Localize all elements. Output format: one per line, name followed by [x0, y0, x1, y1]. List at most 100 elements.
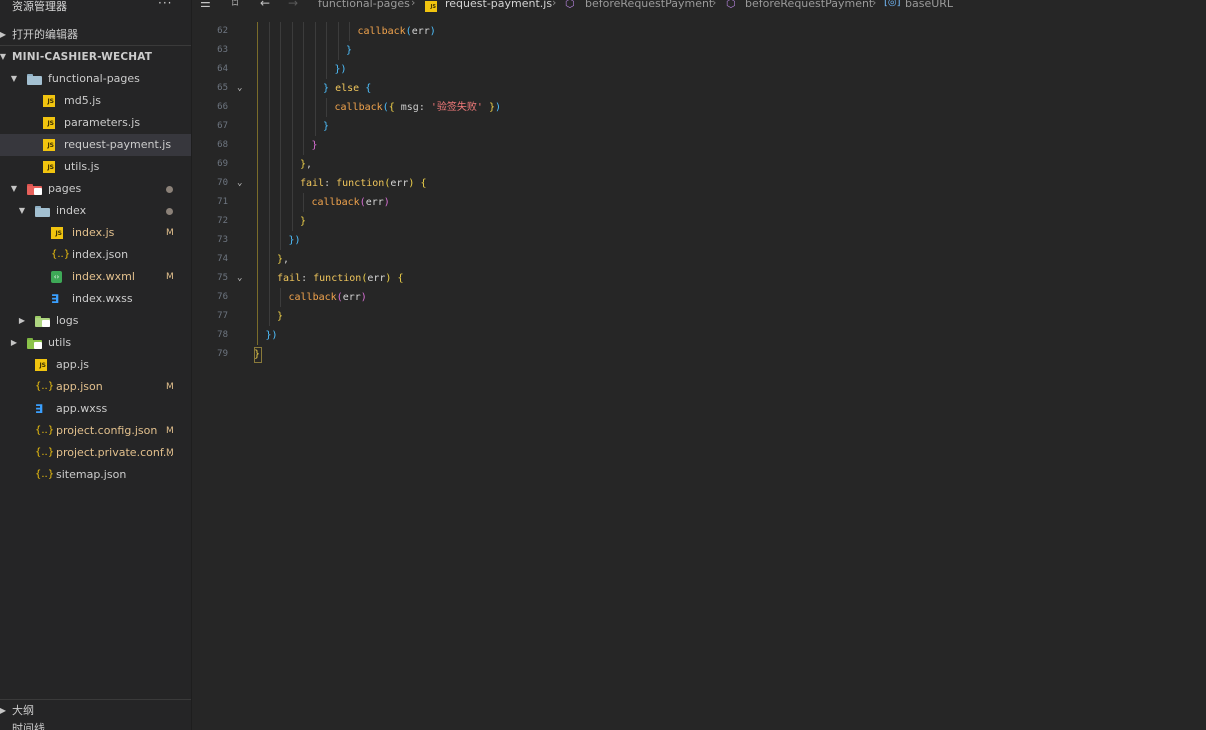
- code-line[interactable]: 67}: [192, 117, 1206, 136]
- indent-guide: [326, 98, 327, 117]
- tree-item[interactable]: ∃ index.wxss: [0, 288, 191, 310]
- code-line[interactable]: 64}): [192, 60, 1206, 79]
- fold-chevron-icon[interactable]: ⌄: [237, 174, 242, 193]
- indent-guide: [337, 41, 339, 60]
- indent-guide: [257, 155, 258, 174]
- code-line[interactable]: 63}: [192, 41, 1206, 60]
- indent-guide: [268, 79, 270, 98]
- back-arrow-icon[interactable]: ←: [260, 0, 270, 10]
- indent-guide: [280, 212, 281, 231]
- tree-item-label: index: [56, 204, 87, 217]
- code-editor[interactable]: ☰ ⌑ ← → functional-pages › JS request-pa…: [192, 0, 1206, 730]
- indent-guide: [314, 98, 316, 117]
- tree-item[interactable]: ▶ logs: [0, 310, 191, 332]
- breadcrumb-folder[interactable]: functional-pages: [318, 0, 410, 10]
- code-line[interactable]: 70 ⌄ fail: function(err) {: [192, 174, 1206, 193]
- tree-item[interactable]: {..} project.private.conf... M: [0, 442, 191, 464]
- more-actions-icon[interactable]: ···: [158, 0, 172, 10]
- code-line[interactable]: 65 ⌄} else {: [192, 79, 1206, 98]
- fold-chevron-icon[interactable]: ⌄: [237, 269, 242, 288]
- tree-item[interactable]: {..} sitemap.json: [0, 464, 191, 486]
- indent-guide: [257, 326, 258, 345]
- code-line[interactable]: 72}: [192, 212, 1206, 231]
- git-modified-badge: M: [166, 228, 174, 238]
- tree-item[interactable]: JS app.js: [0, 354, 191, 376]
- tree-item[interactable]: ▼ functional-pages: [0, 68, 191, 90]
- project-label: MINI-CASHIER-WECHAT: [12, 51, 153, 63]
- chevron-down-icon: ▼: [0, 52, 7, 61]
- line-number: 79: [217, 349, 228, 359]
- breadcrumb-fn1[interactable]: beforeRequestPayment: [585, 0, 713, 10]
- timeline-section[interactable]: 时间线: [0, 718, 191, 730]
- code-line[interactable]: 75 ⌄ fail: function(err) {: [192, 269, 1206, 288]
- code-line[interactable]: 62 callback(err): [192, 22, 1206, 41]
- breadcrumb-fn2[interactable]: beforeRequestPayment: [745, 0, 873, 10]
- code-line[interactable]: 71 callback(err): [192, 193, 1206, 212]
- indent-guide: [268, 41, 270, 60]
- code-line[interactable]: 78}): [192, 326, 1206, 345]
- breadcrumb: ☰ ⌑ ← → functional-pages › JS request-pa…: [192, 0, 1206, 14]
- bookmark-icon[interactable]: ⌑: [232, 0, 238, 10]
- indent-guide: [291, 174, 293, 193]
- indent-guide: [268, 98, 270, 117]
- tree-item[interactable]: JS index.js M: [0, 222, 191, 244]
- tree-item[interactable]: {..} project.config.json M: [0, 420, 191, 442]
- indent-guide: [257, 22, 258, 41]
- line-number: 75: [217, 273, 228, 283]
- tree-item[interactable]: ▶ utils: [0, 332, 191, 354]
- code-line[interactable]: 77}: [192, 307, 1206, 326]
- tree-item[interactable]: ‹› index.wxml M: [0, 266, 191, 288]
- indent-guide: [257, 41, 258, 60]
- breadcrumb-file[interactable]: request-payment.js: [445, 0, 552, 10]
- explorer-sidebar: 资源管理器 ··· ▶ 打开的编辑器 ▼ MINI-CASHIER-WECHAT…: [0, 0, 192, 730]
- bracket-match-highlight: [254, 347, 262, 363]
- code-line[interactable]: 69},: [192, 155, 1206, 174]
- indent-guide: [268, 250, 270, 269]
- tree-item[interactable]: ▼ index: [0, 200, 191, 222]
- tree-item[interactable]: JS utils.js: [0, 156, 191, 178]
- fold-chevron-icon[interactable]: ⌄: [237, 79, 242, 98]
- tree-item[interactable]: ▼ pages: [0, 178, 191, 200]
- code-text: callback(err): [311, 197, 390, 208]
- forward-arrow-icon[interactable]: →: [288, 0, 298, 10]
- indent-guide: [257, 136, 258, 155]
- code-line[interactable]: 79}: [192, 345, 1206, 364]
- code-line[interactable]: 66 callback({ msg: '验签失败' }): [192, 98, 1206, 117]
- indent-guide: [280, 136, 281, 155]
- code-line[interactable]: 76 callback(err): [192, 288, 1206, 307]
- breadcrumb-prop[interactable]: baseURL: [905, 0, 953, 10]
- indent-guide: [303, 79, 304, 98]
- tree-item[interactable]: {..} app.json M: [0, 376, 191, 398]
- code-text: }: [346, 45, 353, 56]
- indent-guide: [280, 155, 281, 174]
- tree-item[interactable]: JS parameters.js: [0, 112, 191, 134]
- indent-guide: [268, 288, 270, 307]
- code-text: }): [334, 64, 347, 75]
- tree-item[interactable]: {..} index.json: [0, 244, 191, 266]
- wxml-file-icon: ‹›: [51, 271, 62, 283]
- indent-guide: [280, 174, 281, 193]
- folder-icon: [35, 316, 50, 327]
- tree-item[interactable]: ∃ app.wxss: [0, 398, 191, 420]
- git-modified-badge: M: [166, 426, 174, 436]
- code-text: callback({ msg: '验签失败' }): [334, 102, 502, 113]
- tree-item-label: utils.js: [64, 160, 100, 173]
- list-icon[interactable]: ☰: [200, 0, 211, 10]
- open-editors-section[interactable]: ▶ 打开的编辑器: [0, 24, 191, 46]
- code-text: fail: function(err) {: [277, 273, 404, 284]
- folder-open-icon: [35, 206, 50, 217]
- code-line[interactable]: 74},: [192, 250, 1206, 269]
- js-file-icon: JS: [51, 227, 63, 239]
- chevron-down-icon: ▼: [10, 184, 18, 193]
- indent-guide: [268, 136, 270, 155]
- code-line[interactable]: 73}): [192, 231, 1206, 250]
- chevron-right-icon: ›: [552, 0, 557, 9]
- line-number: 68: [217, 140, 228, 150]
- chevron-right-icon: ▶: [10, 338, 18, 347]
- indent-guide: [280, 41, 281, 60]
- project-section[interactable]: ▼ MINI-CASHIER-WECHAT: [0, 46, 191, 68]
- tree-item[interactable]: JS request-payment.js: [0, 134, 191, 156]
- indent-guide: [257, 307, 258, 326]
- tree-item[interactable]: JS md5.js: [0, 90, 191, 112]
- code-line[interactable]: 68}: [192, 136, 1206, 155]
